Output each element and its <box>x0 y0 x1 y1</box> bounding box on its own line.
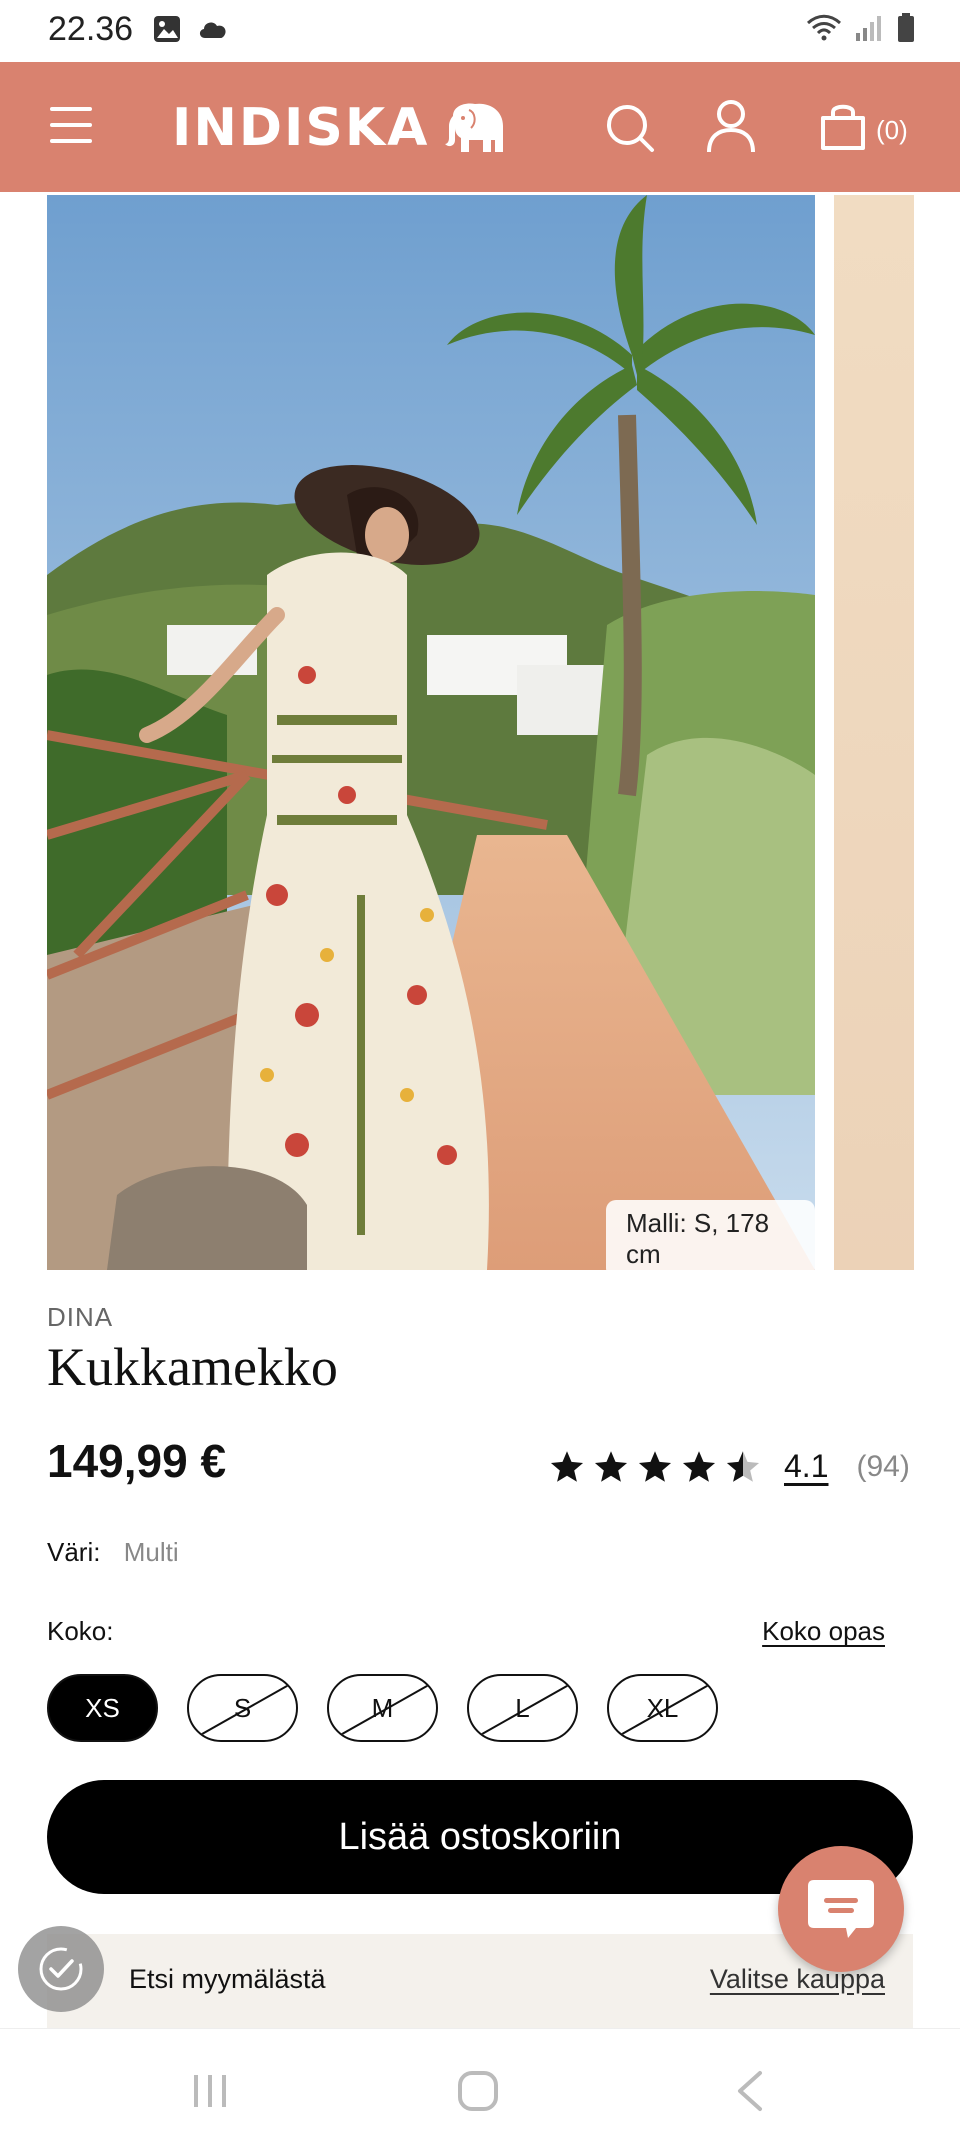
store-label: Etsi myymälästä <box>129 1964 326 1994</box>
product-price: 149,99 € <box>47 1435 227 1487</box>
wifi-icon <box>806 14 842 41</box>
size-option-s[interactable]: S <box>187 1674 298 1742</box>
size-selector: XS S M L XL <box>47 1674 718 1742</box>
color-value: Multi <box>123 1537 179 1567</box>
star-icon <box>594 1450 628 1482</box>
status-time: 22.36 <box>48 10 134 48</box>
size-option-xl[interactable]: XL <box>607 1674 718 1742</box>
cart-icon <box>821 104 865 150</box>
model-info-badge: Malli: S, 178 cm <box>606 1200 815 1270</box>
chat-icon <box>808 1880 874 1938</box>
size-option-label: XS <box>85 1692 120 1723</box>
size-option-label: XL <box>646 1692 679 1723</box>
size-option-l[interactable]: L <box>467 1674 578 1742</box>
size-option-label: L <box>515 1692 530 1723</box>
cart-count: (0) <box>876 115 908 145</box>
product-rating[interactable]: 4.1 (94) <box>548 1448 910 1485</box>
recent-apps-icon[interactable] <box>190 2073 230 2109</box>
cart-button[interactable]: (0) <box>818 100 908 152</box>
product-title: Kukkamekko <box>47 1337 338 1397</box>
size-label: Koko: <box>47 1616 114 1646</box>
user-icon[interactable] <box>706 98 756 154</box>
size-option-label: S <box>233 1692 252 1723</box>
logo[interactable]: INDISKA <box>172 98 509 158</box>
rating-count: (94) <box>856 1449 910 1483</box>
menu-icon[interactable] <box>50 107 92 147</box>
product-brand[interactable]: DINA <box>47 1302 113 1333</box>
rating-stars <box>548 1449 762 1485</box>
logo-text: INDISKA <box>172 98 430 158</box>
size-guide-link[interactable]: Koko opas <box>762 1616 885 1647</box>
cookie-settings-button[interactable] <box>18 1926 104 2012</box>
color-row: Väri: Multi <box>47 1537 179 1568</box>
product-gallery[interactable]: Malli: S, 178 cm <box>0 192 960 1272</box>
half-star-icon <box>726 1450 760 1482</box>
elephant-logo-icon <box>445 103 504 152</box>
star-icon <box>682 1450 716 1482</box>
status-bar: 22.36 <box>0 0 960 62</box>
next-product-image[interactable] <box>834 195 914 1270</box>
system-navigation-bar <box>0 2028 960 2140</box>
cloud-icon <box>199 22 226 38</box>
cookie-check-icon <box>39 1947 83 1991</box>
size-option-m[interactable]: M <box>327 1674 438 1742</box>
size-option-xs[interactable]: XS <box>47 1674 158 1742</box>
add-to-cart-label: Lisää ostoskoriin <box>338 1815 622 1858</box>
battery-icon <box>898 13 914 42</box>
site-header: INDISKA (0) <box>0 62 960 192</box>
back-icon[interactable] <box>734 2069 764 2113</box>
rating-value[interactable]: 4.1 <box>784 1448 828 1485</box>
signal-icon <box>856 16 881 41</box>
star-icon <box>550 1450 584 1482</box>
image-icon <box>154 16 180 42</box>
size-option-label: M <box>371 1692 394 1723</box>
star-icon <box>638 1450 672 1482</box>
add-to-cart-button[interactable]: Lisää ostoskoriin <box>47 1780 913 1894</box>
store-availability-bar: Etsi myymälästä Valitse kauppa <box>47 1934 913 2028</box>
color-label: Väri: <box>47 1537 101 1567</box>
search-icon[interactable] <box>604 102 656 154</box>
home-icon[interactable] <box>456 2069 500 2113</box>
product-image[interactable]: Malli: S, 178 cm <box>47 195 815 1270</box>
chat-button[interactable] <box>778 1846 904 1972</box>
